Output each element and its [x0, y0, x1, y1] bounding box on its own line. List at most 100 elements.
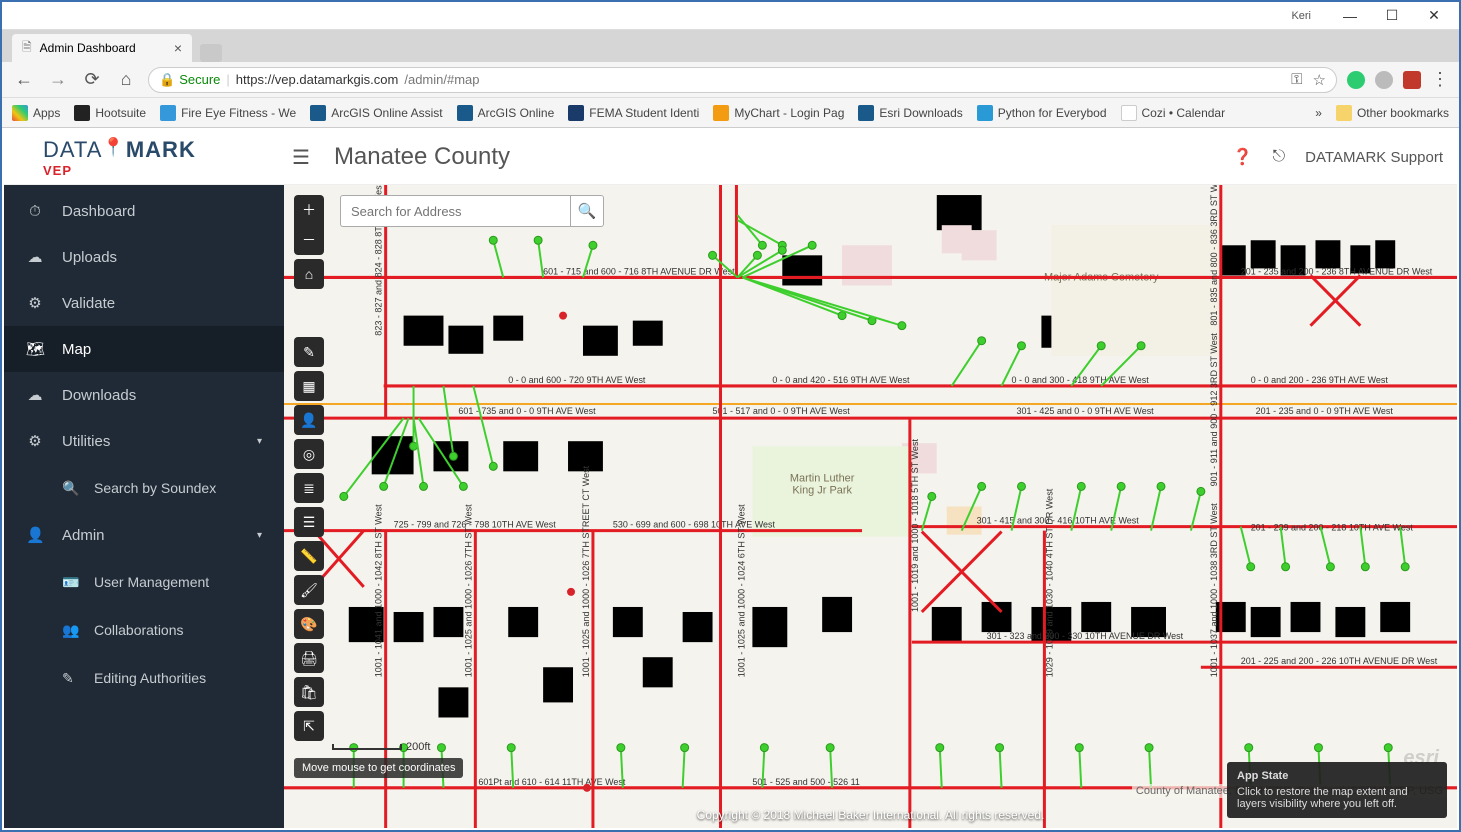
bookmark-item[interactable]: Fire Eye Fitness - We: [160, 105, 296, 121]
bookmarks-overflow[interactable]: »: [1315, 106, 1322, 120]
bookmark-item[interactable]: MyChart - Login Pag: [713, 105, 844, 121]
sidebar-sub-search-soundex[interactable]: 🔍Search by Soundex: [4, 464, 284, 512]
forward-button[interactable]: →: [46, 69, 70, 90]
locate-button[interactable]: ◎: [294, 439, 324, 469]
zoom-out-button[interactable]: －: [294, 225, 324, 255]
bookmark-item[interactable]: Hootsuite: [74, 105, 146, 121]
svg-text:1001 - 1025 and 1000 - 1026 7T: 1001 - 1025 and 1000 - 1026 7TH ST West: [463, 504, 473, 677]
copyright-text: Copyright © 2018 Michael Baker Internati…: [697, 808, 1045, 822]
export-button[interactable]: 🛍: [294, 677, 324, 707]
search-button[interactable]: 🔍: [570, 195, 604, 227]
svg-text:0 - 0 and 300 - 418 9TH AVE We: 0 - 0 and 300 - 418 9TH AVE West: [1012, 375, 1150, 385]
print-button[interactable]: 🖨: [294, 643, 324, 673]
scale-bar: 200ft: [332, 741, 430, 753]
map-search: 🔍: [340, 195, 604, 227]
star-icon[interactable]: ☆: [1313, 71, 1326, 89]
key-icon[interactable]: ⚿: [1291, 71, 1302, 88]
extension-icon[interactable]: [1347, 71, 1365, 89]
sidebar-item-validate[interactable]: ⚙Validate: [4, 280, 284, 326]
app-state-panel[interactable]: App State Click to restore the map exten…: [1227, 762, 1447, 818]
map-toolbar: ＋ － ⌂ ✎ ▦ 👤 ◎ ≣ ☰ 📏 🖌 🎨 🖨 🛍 ⇱: [294, 195, 324, 741]
bookmark-item[interactable]: Cozi • Calendar: [1121, 105, 1226, 121]
sidebar-sub-user-management[interactable]: 🪪User Management: [4, 558, 284, 606]
tachometer-icon: ⏱: [26, 203, 44, 220]
window-close-button[interactable]: ✕: [1413, 3, 1455, 29]
sidebar-item-utilities[interactable]: ⚙Utilities▾: [4, 418, 284, 464]
measure-button[interactable]: 📏: [294, 541, 324, 571]
signout-icon[interactable]: ⎋: [1273, 148, 1286, 166]
svg-text:1001 - 1025 and 1000 - 1026 7T: 1001 - 1025 and 1000 - 1026 7TH STREET C…: [581, 465, 591, 677]
search-icon: 🔍: [62, 480, 80, 497]
svg-text:201 - 225 and 200 - 226 10TH A: 201 - 225 and 200 - 226 10TH AVENUE DR W…: [1241, 656, 1438, 666]
coordinates-button[interactable]: ⇱: [294, 711, 324, 741]
pdf-extension-icon[interactable]: [1403, 71, 1421, 89]
basemap-button[interactable]: ▦: [294, 371, 324, 401]
svg-text:301 - 323 and 300 - 330 10TH A: 301 - 323 and 300 - 330 10TH AVENUE DR W…: [987, 631, 1184, 641]
app-header: DATA📍MARK VEP ☰ Manatee County ❓ ⎋ DATAM…: [4, 130, 1457, 185]
bookmarks-bar: Apps Hootsuite Fire Eye Fitness - We Arc…: [2, 98, 1459, 128]
svg-text:1001 - 1019 and 1000 - 1018 5T: 1001 - 1019 and 1000 - 1018 5TH ST West: [910, 439, 920, 612]
svg-text:1001 - 1037 and 1000 - 1038 3R: 1001 - 1037 and 1000 - 1038 3RD ST West: [1209, 503, 1219, 677]
zoom-in-button[interactable]: ＋: [294, 195, 324, 225]
id-card-icon: 🪪: [62, 574, 80, 591]
other-bookmarks[interactable]: Other bookmarks: [1336, 105, 1449, 121]
sidebar-sub-editing-authorities[interactable]: ✎Editing Authorities: [4, 654, 284, 702]
sidebar-item-uploads[interactable]: ☁Uploads: [4, 234, 284, 280]
sidebar-item-map[interactable]: 🗺Map: [4, 326, 284, 372]
bookmark-item[interactable]: FEMA Student Identi: [568, 105, 699, 121]
home-extent-button[interactable]: ⌂: [294, 259, 324, 289]
cloud-download-icon: ☁: [26, 386, 44, 404]
svg-text:1029 - 1029 and 1030 - 1040 4T: 1029 - 1029 and 1030 - 1040 4TH ST DR We…: [1044, 488, 1054, 677]
address-search-input[interactable]: [340, 195, 570, 227]
bookmark-item[interactable]: ArcGIS Online Assist: [310, 105, 442, 121]
support-link[interactable]: DATAMARK Support: [1305, 149, 1443, 166]
page-title: Manatee County: [334, 143, 510, 171]
browser-tab[interactable]: 🗎 Admin Dashboard ×: [12, 34, 192, 62]
sidebar-item-admin[interactable]: 👤Admin▾: [4, 512, 284, 558]
edit-icon: ✎: [62, 670, 80, 687]
chrome-toolbar: ← → ⟳ ⌂ 🔒 Secure | https://vep.datamarkg…: [2, 62, 1459, 98]
tab-close-icon[interactable]: ×: [174, 40, 182, 56]
app-root: DATA📍MARK VEP ☰ Manatee County ❓ ⎋ DATAM…: [4, 130, 1457, 828]
map-canvas[interactable]: Major Adams Cemetery Martin LutherKing J…: [284, 185, 1457, 828]
legend-button[interactable]: ☰: [294, 507, 324, 537]
sidebar: ⏱Dashboard ☁Uploads ⚙Validate 🗺Map ☁Down…: [4, 185, 284, 828]
bookmark-item[interactable]: ArcGIS Online: [457, 105, 555, 121]
url-host: https://vep.datamarkgis.com: [236, 72, 399, 87]
sidebar-item-dashboard[interactable]: ⏱Dashboard: [4, 189, 284, 234]
sidebar-sub-collaborations[interactable]: 👥Collaborations: [4, 606, 284, 654]
poi-park-label: Martin LutherKing Jr Park: [790, 472, 855, 496]
window-maximize-button[interactable]: ☐: [1371, 3, 1413, 29]
back-button[interactable]: ←: [12, 69, 36, 90]
cloud-upload-icon: ☁: [26, 248, 44, 266]
address-bar[interactable]: 🔒 Secure | https://vep.datamarkgis.com/a…: [148, 67, 1337, 93]
palette-button[interactable]: 🎨: [294, 609, 324, 639]
chrome-menu-icon[interactable]: ⋮: [1431, 69, 1449, 90]
document-icon: 🗎: [22, 38, 32, 59]
svg-text:201 - 235 and 200 - 236 8TH AV: 201 - 235 and 200 - 236 8TH AVENUE DR We…: [1241, 266, 1433, 276]
chevron-down-icon: ▾: [257, 436, 262, 447]
extension-icon[interactable]: [1375, 71, 1393, 89]
edit-tool-button[interactable]: ✎: [294, 337, 324, 367]
help-icon[interactable]: ❓: [1233, 147, 1253, 167]
bookmark-item[interactable]: Esri Downloads: [858, 105, 962, 121]
bookmark-item[interactable]: Python for Everybod: [977, 105, 1107, 121]
reload-button[interactable]: ⟳: [80, 69, 104, 90]
new-tab-button[interactable]: [200, 44, 222, 62]
svg-text:0 - 0 and 200 - 236 9TH AVE We: 0 - 0 and 200 - 236 9TH AVE West: [1251, 375, 1389, 385]
draw-button[interactable]: 🖌: [294, 575, 324, 605]
svg-text:0 - 0 and 600 - 720 9TH AVE We: 0 - 0 and 600 - 720 9TH AVE West: [508, 375, 646, 385]
sidebar-toggle-icon[interactable]: ☰: [292, 145, 310, 170]
layers-button[interactable]: ≣: [294, 473, 324, 503]
home-button[interactable]: ⌂: [114, 69, 138, 90]
cog-icon: ⚙: [26, 432, 44, 450]
tab-title: Admin Dashboard: [40, 41, 136, 55]
sidebar-item-downloads[interactable]: ☁Downloads: [4, 372, 284, 418]
window-user: Keri: [1291, 10, 1311, 22]
add-point-button[interactable]: 👤: [294, 405, 324, 435]
window-minimize-button[interactable]: —: [1329, 3, 1371, 29]
svg-text:501 - 517 and 0 - 0 9TH AVE We: 501 - 517 and 0 - 0 9TH AVE West: [713, 406, 851, 416]
apps-shortcut[interactable]: Apps: [12, 105, 60, 121]
pin-icon: 📍: [102, 137, 125, 158]
svg-text:1001 - 1041 and 1000 - 1042 8T: 1001 - 1041 and 1000 - 1042 8TH ST West: [374, 504, 384, 677]
